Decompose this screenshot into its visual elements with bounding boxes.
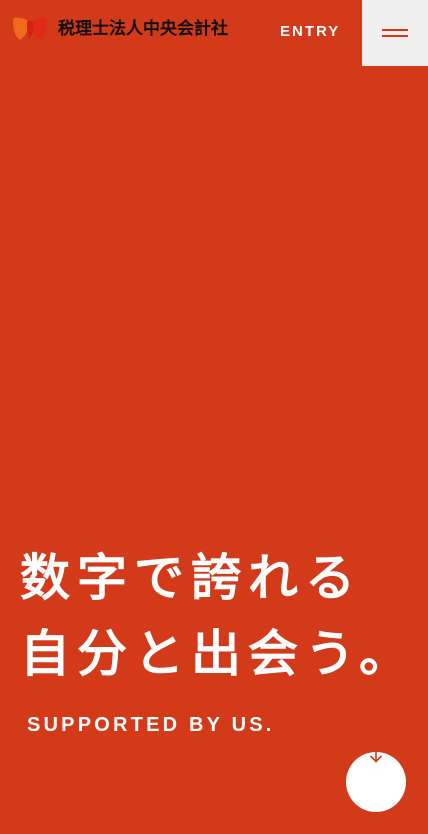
arrow-down-icon — [369, 750, 383, 763]
hero-headline-line-2: 自分と出会う。 — [20, 625, 416, 683]
brand-logo-link[interactable]: 税理士法人中央会計社 — [12, 16, 228, 42]
site-header: 税理士法人中央会計社 ENTRY — [0, 0, 428, 66]
entry-link[interactable]: ENTRY — [280, 22, 340, 42]
menu-button[interactable] — [362, 0, 428, 66]
heart-leaf-logo-icon — [13, 17, 47, 40]
brand-name: 税理士法人中央会計社 — [58, 19, 228, 39]
scroll-down-button[interactable] — [346, 750, 406, 812]
hero-tagline: SUPPORTED BY US. — [27, 714, 275, 736]
hero-headline-line-1: 数字で誇れる — [20, 549, 362, 607]
hero-copy: 数字で誇れる 自分と出会う。 — [20, 540, 420, 692]
page: 税理士法人中央会計社 ENTRY 数字で誇れる 自分と出会う。 SUPPORTE… — [0, 0, 428, 834]
hamburger-menu-icon — [382, 27, 408, 39]
